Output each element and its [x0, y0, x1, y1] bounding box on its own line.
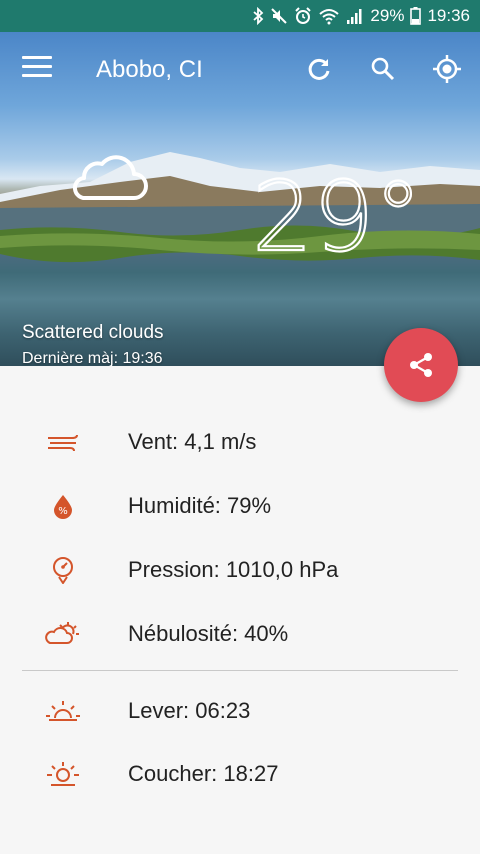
detail-text: Lever: 06:23	[128, 698, 251, 723]
mute-icon	[270, 6, 288, 26]
status-time: 19:36	[427, 6, 470, 25]
sunrise-icon	[44, 695, 82, 727]
pressure-icon	[44, 554, 82, 586]
temperature-value: 29°	[252, 168, 412, 260]
share-icon	[410, 353, 432, 377]
cloud-icon	[70, 148, 150, 209]
battery-percent: 29%	[370, 6, 405, 25]
bluetooth-icon	[252, 6, 264, 26]
detail-text: Coucher: 18:27	[128, 761, 279, 786]
share-button[interactable]	[384, 328, 458, 402]
location-title: Abobo, CI	[96, 56, 203, 83]
detail-text: Vent: 4,1 m/s	[128, 429, 257, 454]
weather-description: Scattered clouds	[22, 322, 164, 343]
humidity-icon: %	[44, 490, 82, 522]
detail-row-sunset: Coucher: 18:27	[0, 754, 480, 794]
detail-row-wind: Vent: 4,1 m/s	[0, 422, 480, 462]
detail-text: Pression: 1010,0 hPa	[128, 557, 339, 582]
search-icon[interactable]	[366, 52, 400, 86]
wifi-icon	[318, 6, 340, 26]
alarm-icon	[294, 6, 312, 26]
toolbar: Abobo, CI	[0, 32, 480, 106]
last-update: Dernière màj: 19:36	[22, 350, 163, 366]
detail-row-humidity: % Humidité: 79%	[0, 486, 480, 526]
my-location-icon[interactable]	[430, 52, 464, 86]
battery-icon	[410, 6, 422, 26]
wind-icon	[44, 426, 82, 458]
detail-row-cloudiness: Nébulosité: 40%	[0, 614, 480, 654]
temperature: 29°	[251, 160, 423, 274]
detail-row-sunrise: Lever: 06:23	[0, 691, 480, 731]
status-bar: 29% 19:36	[0, 0, 480, 32]
refresh-icon[interactable]	[302, 52, 336, 86]
svg-text:%: %	[58, 506, 68, 517]
detail-text: Nébulosité: 40%	[128, 621, 289, 646]
sunset-icon	[44, 758, 82, 790]
signal-icon	[346, 6, 364, 26]
divider	[22, 670, 458, 671]
detail-text: Humidité: 79%	[128, 493, 272, 518]
detail-row-pressure: Pression: 1010,0 hPa	[0, 550, 480, 590]
menu-icon[interactable]	[22, 56, 52, 82]
cloudiness-icon	[44, 618, 82, 650]
